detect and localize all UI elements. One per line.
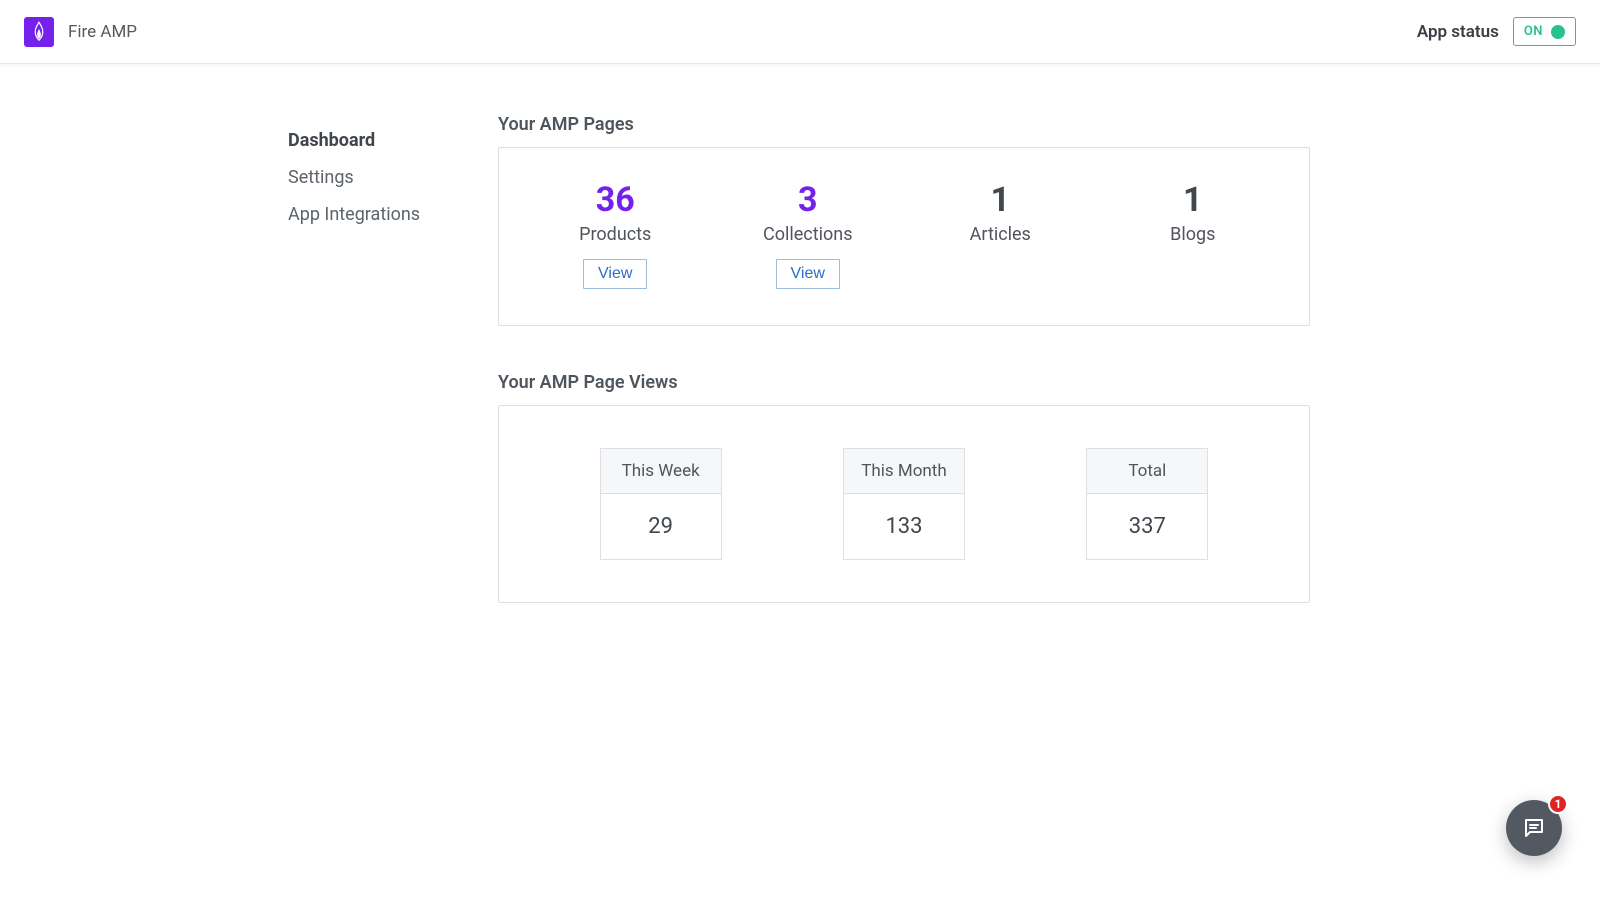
stat-label: Blogs bbox=[1170, 224, 1215, 245]
chat-icon bbox=[1522, 816, 1546, 840]
metric-label: This Week bbox=[601, 449, 721, 494]
flame-icon bbox=[30, 21, 48, 43]
view-products-button[interactable]: View bbox=[583, 259, 647, 289]
metric-value: 337 bbox=[1087, 494, 1207, 559]
content: Dashboard Settings App Integrations Your… bbox=[0, 64, 1600, 603]
header-right: App status ON bbox=[1417, 17, 1576, 46]
amp-views-card: This Week 29 This Month 133 Total 337 bbox=[498, 405, 1310, 603]
section-title-pages: Your AMP Pages bbox=[498, 114, 1310, 135]
status-dot-icon bbox=[1551, 25, 1565, 39]
chat-button[interactable]: 1 bbox=[1506, 800, 1562, 856]
metric-this-month: This Month 133 bbox=[843, 448, 965, 560]
main: Your AMP Pages 36 Products View 3 Collec… bbox=[478, 114, 1310, 603]
app-name: Fire AMP bbox=[68, 22, 137, 42]
view-collections-button[interactable]: View bbox=[776, 259, 840, 289]
metric-value: 29 bbox=[601, 494, 721, 559]
amp-views-section: Your AMP Page Views This Week 29 This Mo… bbox=[498, 372, 1310, 603]
stat-value: 1 bbox=[990, 180, 1010, 220]
metric-value: 133 bbox=[844, 494, 964, 559]
chat-badge: 1 bbox=[1548, 794, 1568, 814]
app-status-label: App status bbox=[1417, 22, 1499, 42]
app-header: Fire AMP App status ON bbox=[0, 0, 1600, 64]
stat-collections: 3 Collections View bbox=[712, 180, 905, 289]
app-status-toggle[interactable]: ON bbox=[1513, 17, 1576, 46]
status-value: ON bbox=[1524, 24, 1543, 39]
metric-label: This Month bbox=[844, 449, 964, 494]
stat-products: 36 Products View bbox=[519, 180, 712, 289]
section-title-views: Your AMP Page Views bbox=[498, 372, 1310, 393]
stat-label: Collections bbox=[763, 224, 852, 245]
sidebar-item-label: Dashboard bbox=[288, 130, 375, 151]
stat-articles: 1 Articles bbox=[904, 180, 1097, 289]
amp-pages-card: 36 Products View 3 Collections View 1 Ar… bbox=[498, 147, 1310, 326]
sidebar-item-label: Settings bbox=[288, 167, 354, 188]
stat-value: 1 bbox=[1183, 180, 1203, 220]
header-left: Fire AMP bbox=[24, 17, 137, 47]
stat-label: Products bbox=[579, 224, 651, 245]
sidebar-item-settings[interactable]: Settings bbox=[288, 159, 478, 196]
stat-label: Articles bbox=[970, 224, 1031, 245]
stat-value: 36 bbox=[596, 180, 635, 220]
amp-pages-section: Your AMP Pages 36 Products View 3 Collec… bbox=[498, 114, 1310, 326]
sidebar-item-dashboard[interactable]: Dashboard bbox=[288, 122, 478, 159]
sidebar: Dashboard Settings App Integrations bbox=[288, 114, 478, 603]
metric-total: Total 337 bbox=[1086, 448, 1208, 560]
app-logo bbox=[24, 17, 54, 47]
sidebar-item-label: App Integrations bbox=[288, 204, 420, 225]
stat-blogs: 1 Blogs bbox=[1097, 180, 1290, 289]
metric-this-week: This Week 29 bbox=[600, 448, 722, 560]
metric-label: Total bbox=[1087, 449, 1207, 494]
stat-value: 3 bbox=[798, 180, 818, 220]
sidebar-item-app-integrations[interactable]: App Integrations bbox=[288, 196, 478, 233]
